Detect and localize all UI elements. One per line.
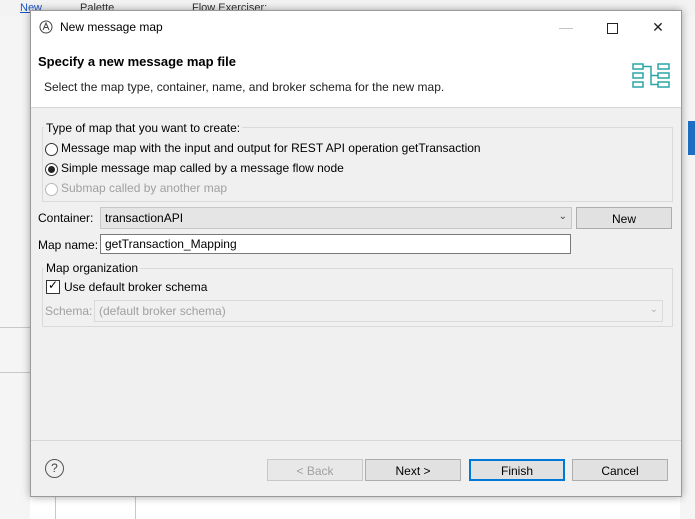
chevron-down-icon: ⌄ [649, 304, 658, 315]
map-name-label: Map name: [38, 238, 99, 252]
back-button: < Back [267, 459, 363, 481]
map-organization-legend: Map organization [44, 261, 141, 275]
radio-button[interactable] [45, 143, 58, 156]
radio-label: Submap called by another map [61, 181, 228, 195]
title-bar[interactable]: New message map — ✕ [31, 11, 681, 43]
close-button[interactable]: ✕ [635, 11, 681, 43]
map-type-legend: Type of map that you want to create: [44, 121, 243, 135]
map-name-input[interactable] [105, 237, 565, 251]
ide-divider [55, 495, 56, 519]
ide-divider [0, 372, 30, 373]
ide-left-panel [0, 16, 30, 519]
maximize-button[interactable] [589, 11, 635, 43]
schema-label: Schema: [45, 304, 93, 318]
ide-divider [0, 327, 30, 328]
radio-button-selected[interactable] [45, 163, 58, 176]
container-select[interactable]: transactionAPI ⌄ [100, 207, 572, 229]
schema-value: (default broker schema) [99, 304, 226, 318]
chevron-down-icon: ⌄ [558, 211, 567, 222]
maximize-icon [606, 22, 618, 34]
ide-side-tab[interactable] [688, 121, 695, 155]
map-name-field[interactable] [100, 234, 571, 254]
dialog-title: New message map [60, 20, 163, 34]
radio-label: Simple message map called by a message f… [61, 161, 344, 175]
radio-button-disabled [45, 183, 58, 196]
help-icon[interactable]: ? [45, 459, 64, 478]
page-title: Specify a new message map file [38, 54, 236, 69]
container-label: Container: [38, 211, 94, 225]
message-map-icon [632, 63, 670, 88]
schema-select: (default broker schema) ⌄ [94, 300, 663, 322]
use-default-schema-checkbox[interactable]: ✓ [46, 278, 60, 294]
new-message-map-dialog: New message map — ✕ Specify a new messag… [30, 10, 682, 497]
ide-right-panel [680, 16, 695, 519]
finish-button[interactable]: Finish [469, 459, 565, 481]
new-container-button[interactable]: New [576, 207, 672, 229]
radio-label: Message map with the input and output fo… [61, 141, 481, 155]
app-icon [39, 20, 53, 34]
checkmark-icon: ✓ [48, 278, 59, 292]
use-default-schema-label: Use default broker schema [64, 280, 208, 294]
page-description: Select the map type, container, name, an… [44, 80, 445, 94]
footer-separator [31, 440, 681, 441]
minimize-button[interactable]: — [543, 11, 589, 43]
close-icon: ✕ [652, 19, 664, 35]
cancel-button[interactable]: Cancel [572, 459, 668, 481]
ide-divider [135, 495, 136, 519]
next-button[interactable]: Next > [365, 459, 461, 481]
wizard-header: Specify a new message map file Select th… [31, 43, 681, 108]
container-value: transactionAPI [105, 211, 184, 225]
